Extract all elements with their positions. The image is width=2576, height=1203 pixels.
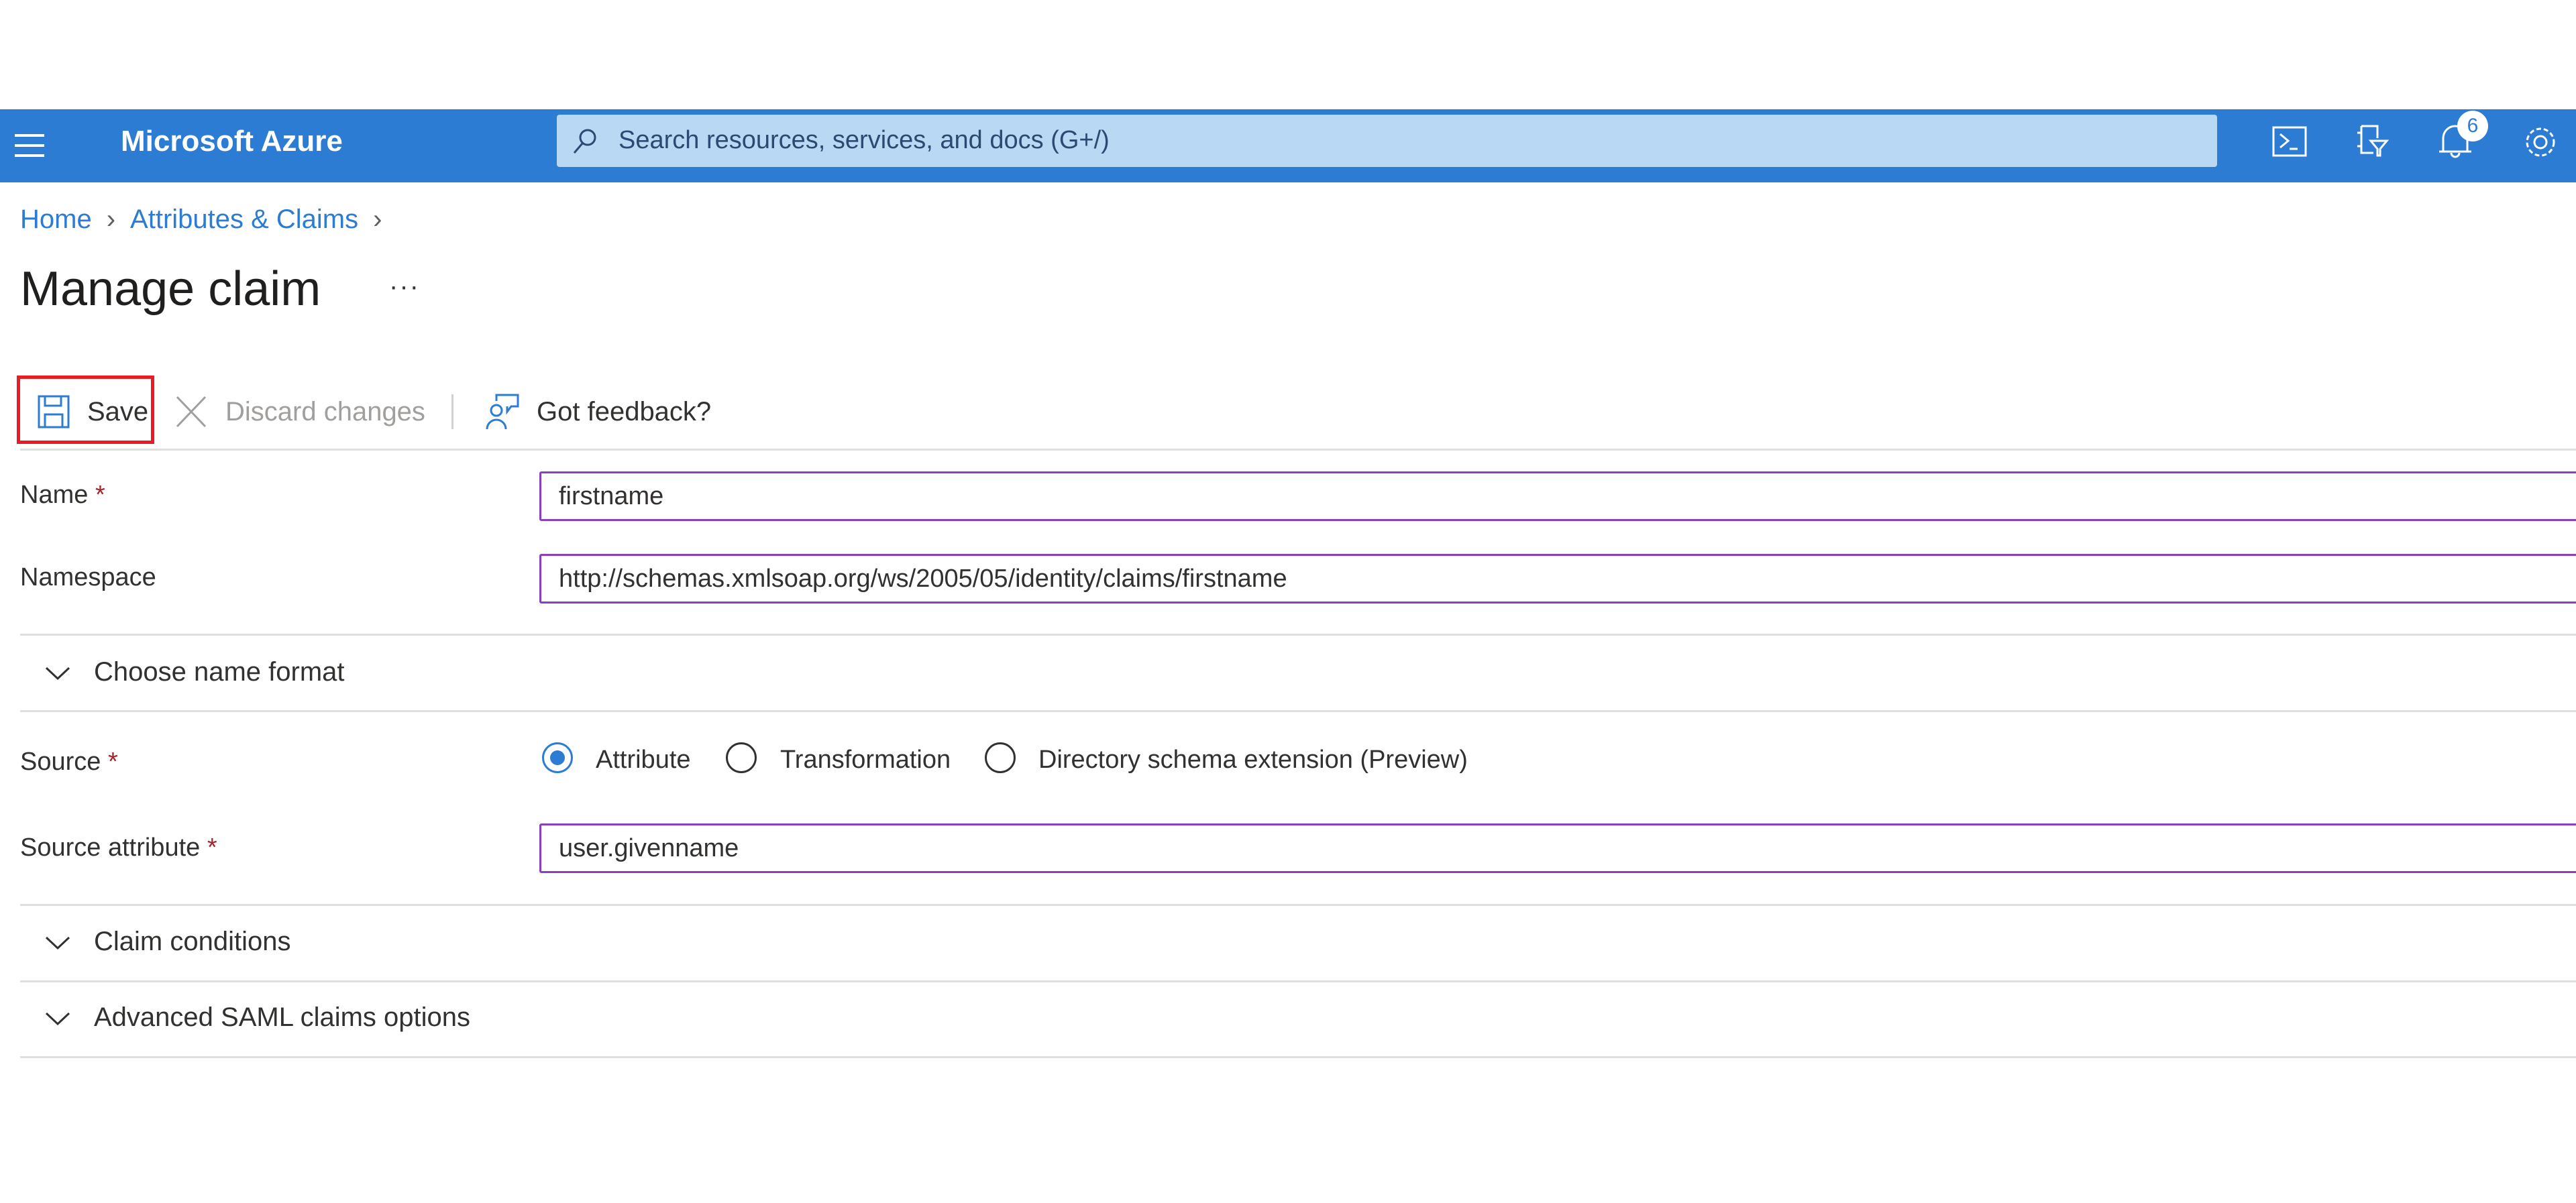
breadcrumb-attributes-claims[interactable]: Attributes & Claims <box>130 205 358 234</box>
hamburger-menu-icon[interactable] <box>15 134 44 157</box>
toolbar-divider-line <box>20 449 2576 451</box>
toolbar-divider <box>451 394 453 429</box>
source-attribute-input[interactable]: user.givenname <box>539 823 2576 873</box>
name-input[interactable]: firstname <box>539 471 2576 521</box>
namespace-input[interactable]: http://schemas.xmlsoap.org/ws/2005/05/id… <box>539 554 2576 604</box>
chevron-down-icon[interactable] <box>44 933 71 952</box>
gear-icon[interactable] <box>2519 121 2562 164</box>
search-icon <box>573 129 596 154</box>
chevron-down-icon[interactable] <box>44 664 71 683</box>
notification-badge: 6 <box>2457 111 2488 141</box>
save-icon <box>38 395 70 428</box>
page-title: Manage claim <box>20 262 321 316</box>
source-attribute-label: Source attribute * <box>20 834 217 862</box>
radio-transformation[interactable] <box>726 742 757 773</box>
brand-title[interactable]: Microsoft Azure <box>121 125 343 158</box>
divider <box>20 980 2576 982</box>
choose-name-format-toggle[interactable]: Choose name format <box>94 657 345 687</box>
claim-conditions-toggle[interactable]: Claim conditions <box>94 927 290 957</box>
breadcrumb-home[interactable]: Home <box>20 205 92 234</box>
cloud-shell-icon[interactable] <box>2271 121 2314 164</box>
save-label[interactable]: Save <box>87 397 148 427</box>
source-label: Source * <box>20 748 118 776</box>
radio-attribute[interactable] <box>542 742 573 773</box>
divider <box>20 1056 2576 1058</box>
more-options-button[interactable]: ··· <box>389 272 420 302</box>
discard-changes-button[interactable]: Discard changes <box>225 397 425 427</box>
radio-directory-schema-extension[interactable] <box>985 742 1016 773</box>
close-icon <box>176 396 207 428</box>
name-label: Name * <box>20 481 105 509</box>
chevron-down-icon[interactable] <box>44 1009 71 1028</box>
divider <box>20 710 2576 712</box>
radio-transformation-label[interactable]: Transformation <box>780 746 951 775</box>
chevron-right-icon: › <box>373 205 382 234</box>
search-placeholder[interactable]: Search resources, services, and docs (G+… <box>619 126 1110 155</box>
divider <box>20 904 2576 906</box>
advanced-saml-options-toggle[interactable]: Advanced SAML claims options <box>94 1002 470 1033</box>
got-feedback-button[interactable]: Got feedback? <box>537 397 711 427</box>
radio-directory-schema-extension-label[interactable]: Directory schema extension (Preview) <box>1038 746 1468 775</box>
breadcrumb: Home › Attributes & Claims › <box>20 205 396 235</box>
chevron-right-icon: › <box>106 205 116 234</box>
divider <box>20 634 2576 636</box>
radio-attribute-label[interactable]: Attribute <box>596 746 691 775</box>
directory-filter-icon[interactable] <box>2353 121 2396 164</box>
feedback-icon <box>486 394 519 430</box>
namespace-label: Namespace <box>20 563 156 591</box>
